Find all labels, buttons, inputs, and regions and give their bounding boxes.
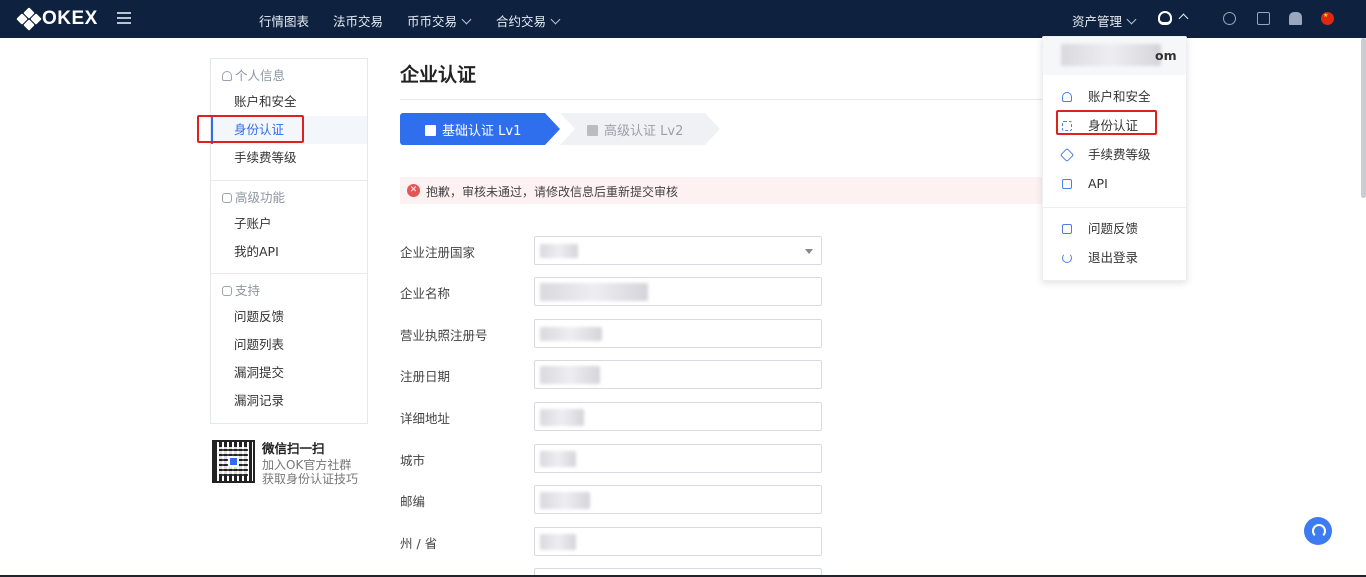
title-divider — [400, 99, 1060, 100]
dropdown-divider — [1043, 207, 1186, 208]
chevron-down-icon — [1126, 14, 1137, 25]
dropdown-item-feedback[interactable]: 问题反馈 — [1043, 216, 1186, 242]
license-number-input[interactable] — [534, 319, 822, 348]
okex-logo[interactable]: OKEX — [16, 7, 98, 31]
sidebar-group-advanced: 高级功能 — [222, 187, 285, 206]
city-input[interactable] — [534, 444, 822, 473]
error-alert: ✕ 抱歉，审核未通过，请修改信息后重新提交审核 — [400, 177, 1060, 204]
sidebar-divider — [211, 273, 367, 274]
nav-fiat-trading[interactable]: 法币交易 — [333, 11, 383, 30]
nav-futures-trading[interactable]: 合约交易 — [496, 11, 561, 30]
sidebar-group-personal: 个人信息 — [222, 65, 285, 84]
support-icon — [222, 286, 232, 296]
scrollbar[interactable] — [1361, 38, 1366, 198]
user-email: om — [1155, 48, 1177, 63]
step-basic-lv1[interactable]: 基础认证 Lv1 — [400, 113, 560, 145]
registration-date-input[interactable] — [534, 360, 822, 389]
sidebar-group-title: 个人信息 — [235, 68, 286, 83]
cube-icon — [222, 193, 232, 203]
step-label: 高级认证 Lv2 — [604, 124, 684, 139]
label-city: 城市 — [400, 453, 426, 468]
label-company-name: 企业名称 — [400, 286, 451, 301]
top-navbar: OKEX 行情图表 法币交易 币币交易 合约交易 资产管理 — [0, 0, 1366, 38]
label-zipcode: 邮编 — [400, 494, 426, 509]
id-card-icon — [587, 125, 598, 136]
state-input[interactable] — [534, 527, 822, 556]
dropdown-item-account-security[interactable]: 账户和安全 — [1043, 84, 1186, 110]
chevron-up-icon[interactable] — [1178, 13, 1189, 24]
nav-asset-management[interactable]: 资产管理 — [1072, 11, 1137, 30]
dropdown-item-label: 手续费等级 — [1088, 147, 1151, 162]
sidebar-item-fee-level[interactable]: 手续费等级 — [211, 144, 367, 172]
logo-text: OKEX — [42, 8, 98, 29]
qr-line-tips: 获取身份认证技巧 — [262, 472, 359, 486]
sidebar-item-issue-list[interactable]: 问题列表 — [211, 331, 367, 359]
nav-futures-label: 合约交易 — [496, 14, 547, 29]
nav-spot-trading[interactable]: 币币交易 — [407, 11, 472, 30]
error-icon: ✕ — [407, 184, 420, 197]
dropdown-item-label: 问题反馈 — [1088, 221, 1139, 236]
power-icon — [1062, 253, 1072, 263]
label-country: 企业注册国家 — [400, 245, 476, 260]
customer-support-icon[interactable] — [1304, 517, 1332, 545]
dropdown-header: om — [1043, 37, 1186, 75]
label-registration-date: 注册日期 — [400, 369, 451, 384]
user-icon — [1062, 92, 1072, 102]
download-icon[interactable] — [1257, 12, 1270, 25]
step-advanced-lv2[interactable]: 高级认证 Lv2 — [560, 113, 720, 145]
caret-down-icon — [805, 249, 813, 254]
company-name-input[interactable] — [534, 277, 822, 306]
user-dropdown-menu: om 账户和安全 身份认证 手续费等级 API 问题反馈 退出登录 — [1042, 36, 1187, 281]
dropdown-item-fee-level[interactable]: 手续费等级 — [1043, 142, 1186, 168]
dropdown-item-label: 账户和安全 — [1088, 89, 1151, 104]
nav-market-charts[interactable]: 行情图表 — [259, 11, 309, 30]
sidebar-item-account-security[interactable]: 账户和安全 — [211, 88, 367, 116]
sidebar-divider — [211, 180, 367, 181]
sidebar-group-title: 高级功能 — [235, 190, 286, 205]
chevron-down-icon — [461, 14, 472, 25]
page-title: 企业认证 — [400, 64, 477, 86]
sidebar-item-subaccount[interactable]: 子账户 — [211, 210, 367, 238]
chat-icon[interactable] — [1223, 12, 1236, 25]
user-icon — [222, 71, 232, 81]
monitor-icon — [1062, 179, 1072, 189]
menu-icon[interactable] — [117, 12, 131, 24]
wechat-qr-code — [212, 440, 255, 483]
zipcode-input[interactable] — [534, 485, 822, 514]
highlight-box — [197, 115, 304, 143]
qr-title: 微信扫一扫 — [262, 441, 325, 456]
sidebar: 个人信息 账户和安全 身份认证 手续费等级 高级功能 子账户 我的API 支持 … — [210, 58, 368, 424]
chevron-down-icon — [550, 14, 561, 25]
flag-cn-icon[interactable] — [1321, 12, 1334, 25]
sidebar-item-feedback[interactable]: 问题反馈 — [211, 303, 367, 331]
dropdown-item-api[interactable]: API — [1043, 171, 1186, 197]
dropdown-item-label: API — [1088, 176, 1108, 191]
nav-spot-label: 币币交易 — [407, 14, 458, 29]
country-select[interactable] — [534, 236, 822, 265]
edit-icon — [1062, 224, 1072, 234]
address-input[interactable] — [534, 402, 822, 431]
diamond-icon — [1059, 147, 1075, 163]
sidebar-item-bug-submit[interactable]: 漏洞提交 — [211, 359, 367, 387]
label-license-number: 营业执照注册号 — [400, 328, 488, 343]
label-address: 详细地址 — [400, 411, 451, 426]
sidebar-group-title: 支持 — [235, 283, 261, 298]
step-label: 基础认证 Lv1 — [442, 124, 522, 139]
bell-icon[interactable] — [1289, 12, 1302, 25]
dropdown-item-label: 退出登录 — [1088, 250, 1139, 265]
label-state: 州 / 省 — [400, 536, 438, 551]
alert-message: 抱歉，审核未通过，请修改信息后重新提交审核 — [426, 185, 679, 199]
dropdown-item-logout[interactable]: 退出登录 — [1043, 245, 1186, 271]
sidebar-item-bug-records[interactable]: 漏洞记录 — [211, 387, 367, 415]
user-icon[interactable] — [1158, 11, 1172, 25]
highlight-box — [1056, 110, 1157, 135]
nav-assets-label: 资产管理 — [1072, 14, 1123, 29]
okex-logo-icon — [16, 7, 42, 31]
document-icon — [425, 125, 436, 136]
sidebar-group-support: 支持 — [222, 280, 260, 299]
sidebar-item-my-api[interactable]: 我的API — [211, 238, 367, 266]
